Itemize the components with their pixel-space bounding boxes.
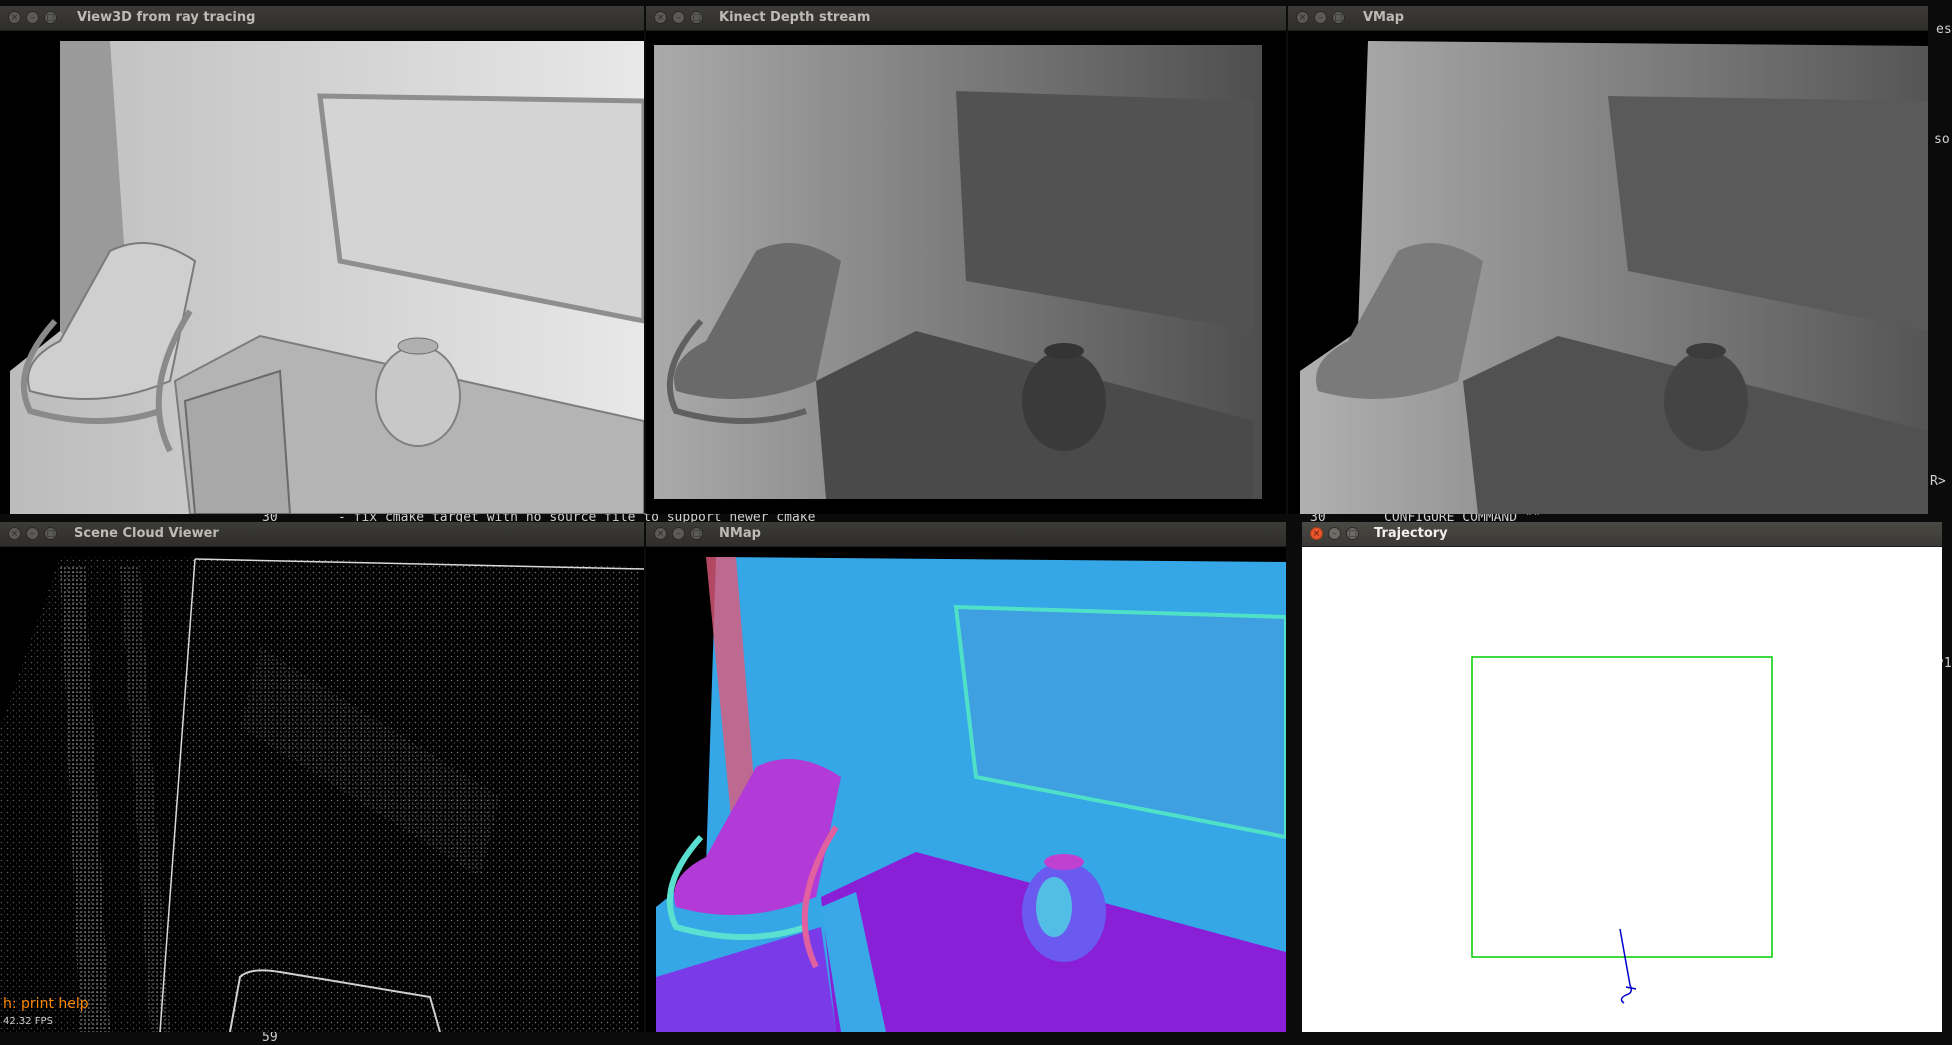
- terminal-fragment: es: [1936, 22, 1952, 37]
- maximize-icon[interactable]: □: [690, 11, 703, 24]
- help-hint: h: print help: [3, 996, 89, 1012]
- nmap-title: NMap: [719, 526, 761, 541]
- trajectory-render[interactable]: [1302, 547, 1942, 1032]
- vmap-title: VMap: [1363, 10, 1405, 25]
- vmap-titlebar[interactable]: × – □ VMap: [1288, 6, 1928, 31]
- close-icon[interactable]: ×: [8, 527, 21, 540]
- nmap-window[interactable]: × – □ NMap: [646, 522, 1286, 1032]
- terminal-fragment: R>: [1930, 474, 1946, 489]
- maximize-icon[interactable]: □: [1332, 11, 1345, 24]
- close-icon[interactable]: ×: [1296, 11, 1309, 24]
- minimize-icon[interactable]: –: [672, 11, 685, 24]
- minimize-icon[interactable]: –: [26, 11, 39, 24]
- minimize-icon[interactable]: –: [672, 527, 685, 540]
- view3d-render[interactable]: [0, 31, 644, 514]
- minimize-icon[interactable]: –: [1328, 527, 1341, 540]
- trajectory-window[interactable]: × – □ Trajectory: [1302, 522, 1942, 1032]
- view3d-window[interactable]: × – □ View3D from ray tracing: [0, 6, 644, 514]
- close-icon[interactable]: ×: [8, 11, 21, 24]
- cloud-window[interactable]: × – □ Scene Cloud Viewer h: print help 4…: [0, 522, 644, 1032]
- minimize-icon[interactable]: –: [1314, 11, 1327, 24]
- maximize-icon[interactable]: □: [690, 527, 703, 540]
- minimize-icon[interactable]: –: [26, 527, 39, 540]
- terminal-fragment: so: [1934, 132, 1950, 147]
- nmap-titlebar[interactable]: × – □ NMap: [646, 522, 1286, 547]
- close-icon[interactable]: ×: [1310, 527, 1323, 540]
- close-icon[interactable]: ×: [654, 527, 667, 540]
- cloud-render[interactable]: h: print help 42.32 FPS: [0, 547, 644, 1032]
- trajectory-titlebar[interactable]: × – □ Trajectory: [1302, 522, 1942, 547]
- maximize-icon[interactable]: □: [44, 527, 57, 540]
- view3d-title: View3D from ray tracing: [77, 10, 256, 25]
- terminal-line-number: 59: [262, 1030, 278, 1045]
- maximize-icon[interactable]: □: [1346, 527, 1359, 540]
- depth-window[interactable]: × – □ Kinect Depth stream: [646, 6, 1286, 514]
- depth-render[interactable]: [646, 31, 1286, 514]
- fps-counter: 42.32 FPS: [3, 1016, 53, 1027]
- close-icon[interactable]: ×: [654, 11, 667, 24]
- cloud-titlebar[interactable]: × – □ Scene Cloud Viewer: [0, 522, 644, 547]
- cloud-title: Scene Cloud Viewer: [74, 526, 219, 541]
- nmap-render[interactable]: [646, 547, 1286, 1032]
- trajectory-title: Trajectory: [1374, 526, 1448, 541]
- vmap-window[interactable]: × – □ VMap: [1288, 6, 1928, 514]
- maximize-icon[interactable]: □: [44, 11, 57, 24]
- depth-title: Kinect Depth stream: [719, 10, 871, 25]
- view3d-titlebar[interactable]: × – □ View3D from ray tracing: [0, 6, 644, 31]
- vmap-render[interactable]: [1288, 31, 1928, 514]
- depth-titlebar[interactable]: × – □ Kinect Depth stream: [646, 6, 1286, 31]
